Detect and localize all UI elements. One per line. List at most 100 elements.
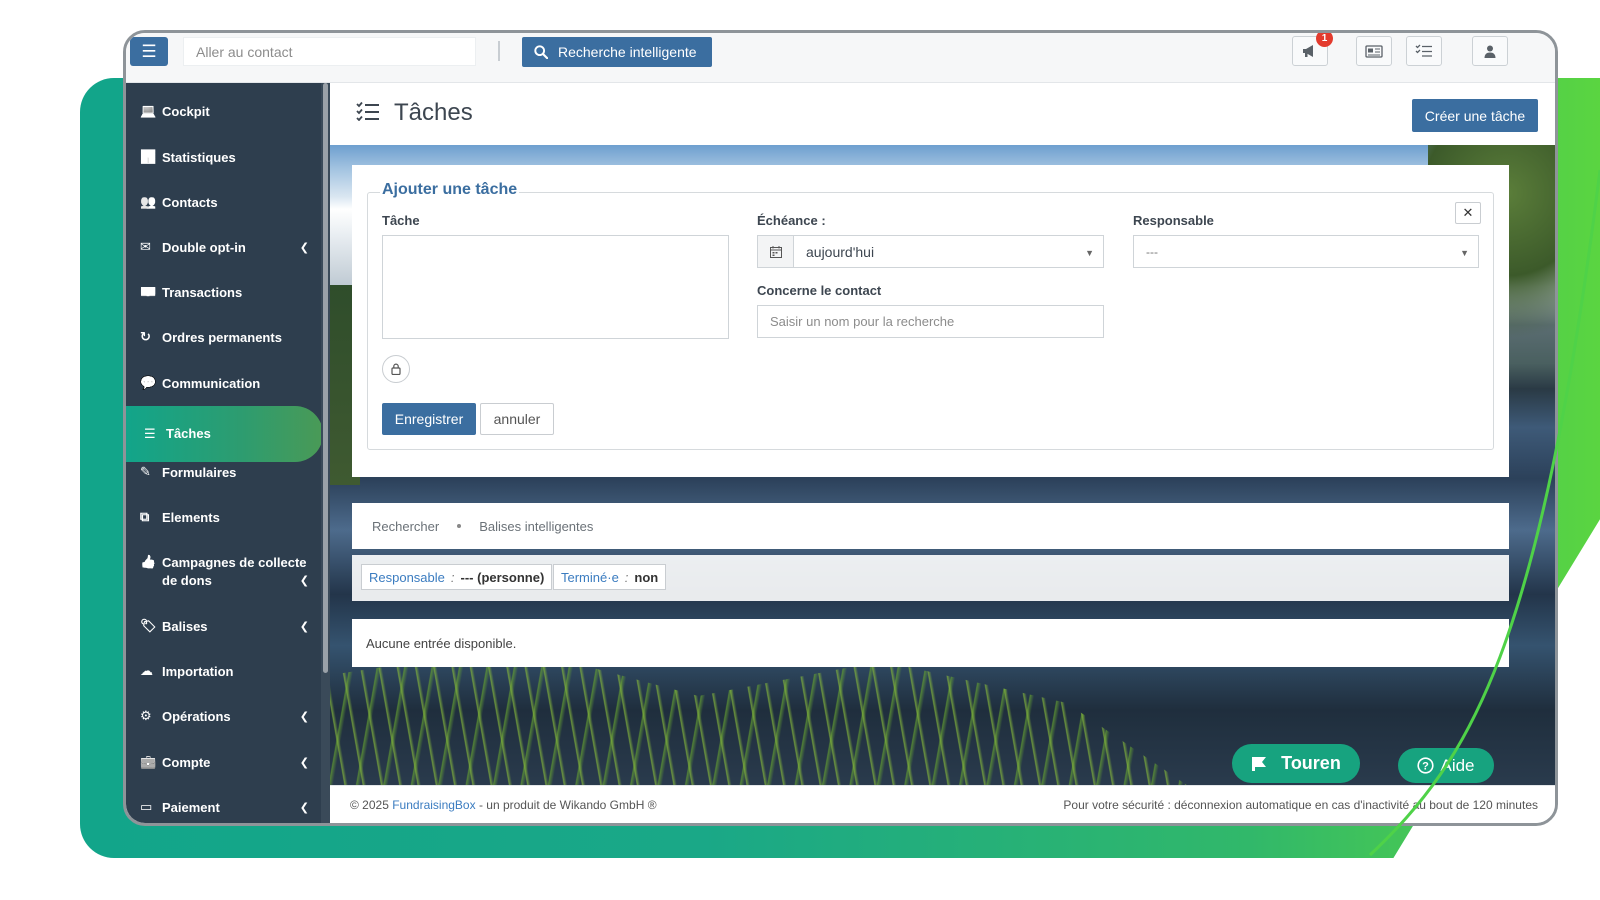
chart-icon: 📊	[140, 149, 157, 164]
sidebar-item-cockpit[interactable]: 💻 Cockpit	[126, 103, 321, 121]
chevron-left-icon: ❮	[299, 242, 309, 254]
money-icon: 💵	[140, 284, 157, 299]
hamburger-icon: ☰	[141, 41, 157, 61]
sidebar-item-operations[interactable]: ⚙ Opérations ❮	[126, 708, 321, 726]
sidebar-item-importation[interactable]: ☁ Importation	[126, 663, 321, 681]
lock-icon	[391, 363, 401, 375]
sidebar-item-elements[interactable]: ⧉ Elements	[126, 509, 321, 527]
tab-smart-tags[interactable]: Balises intelligentes	[479, 519, 593, 534]
private-toggle-button[interactable]	[382, 355, 410, 383]
recurring-icon: ↻	[140, 329, 151, 344]
sidebar-item-transactions[interactable]: 💵 Transactions	[126, 284, 321, 302]
due-date-label: Échéance :	[757, 213, 826, 228]
users-icon: 👥	[140, 194, 157, 209]
filter-separator: :	[624, 569, 629, 585]
sidebar-item-label: Elements	[162, 510, 220, 525]
help-label: Aide	[1440, 755, 1475, 775]
filter-chip-responsible[interactable]: Responsable : --- (personne)	[361, 564, 553, 590]
notification-badge: 1	[1316, 33, 1333, 47]
announcements-button[interactable]: 1	[1292, 33, 1333, 66]
cloud-upload-icon: ☁	[140, 663, 153, 678]
sidebar: 💻 Cockpit 📊 Statistiques 👥 Contacts ✉ Double op…	[126, 83, 321, 823]
filter-value: --- (personne)	[460, 569, 545, 585]
help-icon: ?	[1417, 757, 1435, 774]
main-content: Tâches Créer une tâche Ajouter une tâche…	[330, 83, 1555, 823]
svg-text:?: ?	[1423, 761, 1430, 773]
sidebar-item-label: Communication	[162, 376, 261, 391]
smart-search-label: Recherche intelligente	[558, 44, 697, 60]
contact-search-input[interactable]	[757, 305, 1104, 338]
newspaper-icon	[1365, 44, 1383, 58]
chevron-left-icon: ❮	[299, 621, 309, 633]
filter-chip-completed[interactable]: Terminé·e : non	[553, 564, 667, 590]
filter-key: Terminé·e	[561, 569, 619, 585]
hamburger-menu-button[interactable]: ☰	[130, 37, 168, 66]
background-reeds	[330, 647, 1190, 787]
sidebar-item-paiement[interactable]: ▭ Paiement ❮	[126, 799, 321, 817]
fundraisingbox-link[interactable]: FundraisingBox	[392, 798, 475, 812]
contact-label: Concerne le contact	[757, 283, 882, 298]
news-button[interactable]	[1356, 36, 1392, 66]
megaphone-icon	[1303, 45, 1313, 57]
page-header: Tâches Créer une tâche	[330, 83, 1555, 145]
go-to-contact-input[interactable]	[183, 37, 476, 66]
smart-search-button[interactable]: Recherche intelligente	[522, 37, 712, 67]
sidebar-item-campagnes-de-collecte-de-dons[interactable]: 👍 Campagnes de collecte de dons ❮	[126, 554, 321, 590]
sidebar-item-label: Double opt-in	[162, 240, 246, 255]
filter-value: non	[634, 569, 659, 585]
help-button[interactable]: ? Aide	[1398, 748, 1494, 783]
chevron-left-icon: ❮	[299, 575, 309, 587]
create-task-button[interactable]: Créer une tâche	[1412, 99, 1538, 132]
top-bar: ☰ Recherche intelligente 1	[126, 33, 1555, 83]
touren-button[interactable]: Touren	[1232, 744, 1360, 783]
sidebar-item-statistiques[interactable]: 📊 Statistiques	[126, 149, 321, 167]
responsible-label: Responsable	[1133, 213, 1214, 228]
sidebar-item-label: Transactions	[162, 285, 243, 300]
chevron-down-icon: ▼	[1085, 248, 1094, 258]
robot-icon: ⚙	[140, 708, 152, 723]
sidebar-item-compte[interactable]: 💼 Compte ❮	[126, 754, 321, 772]
laptop-icon: 💻	[140, 103, 157, 118]
cancel-button[interactable]: annuler	[480, 403, 554, 435]
tab-separator-dot	[457, 524, 462, 528]
calendar-icon	[758, 236, 794, 267]
add-task-panel: Ajouter une tâche ✕ Tâche Échéance : auj…	[352, 165, 1509, 477]
sidebar-item-balises[interactable]: 🏷 Balises ❮	[126, 618, 321, 636]
chevron-left-icon: ❮	[299, 757, 309, 769]
user-profile-button[interactable]	[1472, 36, 1508, 66]
edit-icon: ✎	[140, 464, 151, 479]
copyright-prefix: © 2025	[350, 798, 393, 812]
task-textarea[interactable]	[382, 235, 729, 339]
sidebar-item-formulaires[interactable]: ✎ Formulaires	[126, 464, 321, 482]
responsible-select[interactable]: --- ▼	[1133, 235, 1479, 268]
sidebar-item-contacts[interactable]: 👥 Contacts	[126, 194, 321, 212]
close-form-button[interactable]: ✕	[1455, 202, 1481, 224]
sidebar-item-label: Statistiques	[162, 150, 236, 165]
search-icon	[534, 45, 548, 59]
responsible-value: ---	[1146, 244, 1158, 259]
sidebar-item-communication[interactable]: 💬 Communication	[126, 375, 321, 393]
sidebar-item-label: Formulaires	[162, 465, 237, 480]
copyright-suffix: - un produit de Wikando GmbH ®	[475, 798, 657, 812]
chevron-left-icon: ❮	[299, 802, 309, 814]
due-date-select[interactable]: aujourd'hui ▼	[757, 235, 1104, 268]
sidebar-item-label: Tâches	[166, 426, 211, 441]
topbar-separator	[498, 41, 500, 61]
tasks-shortcut-button[interactable]	[1406, 36, 1442, 66]
sidebar-item-label: Ordres permanents	[162, 330, 282, 345]
tasks-icon	[356, 101, 379, 121]
touren-label: Touren	[1281, 753, 1341, 773]
chevron-down-icon: ▼	[1460, 248, 1469, 258]
sidebar-item-ordres-permanents[interactable]: ↻ Ordres permanents	[126, 329, 321, 347]
sidebar-item-taches[interactable]: ☰ Tâches	[126, 406, 321, 462]
sidebar-item-label: Campagnes de collecte de dons	[162, 555, 307, 588]
save-button[interactable]: Enregistrer	[382, 403, 476, 435]
task-list-icon	[1415, 44, 1432, 57]
sidebar-item-double-opt-in[interactable]: ✉ Double opt-in ❮	[126, 239, 321, 257]
sidebar-scrollbar[interactable]	[323, 83, 328, 673]
tab-search[interactable]: Rechercher	[372, 519, 439, 534]
due-date-value: aujourd'hui	[806, 243, 875, 260]
puzzle-icon: ⧉	[140, 509, 150, 524]
page-title: Tâches	[394, 99, 473, 126]
active-filters: Responsable : --- (personne) Terminé·e :…	[352, 555, 1509, 601]
